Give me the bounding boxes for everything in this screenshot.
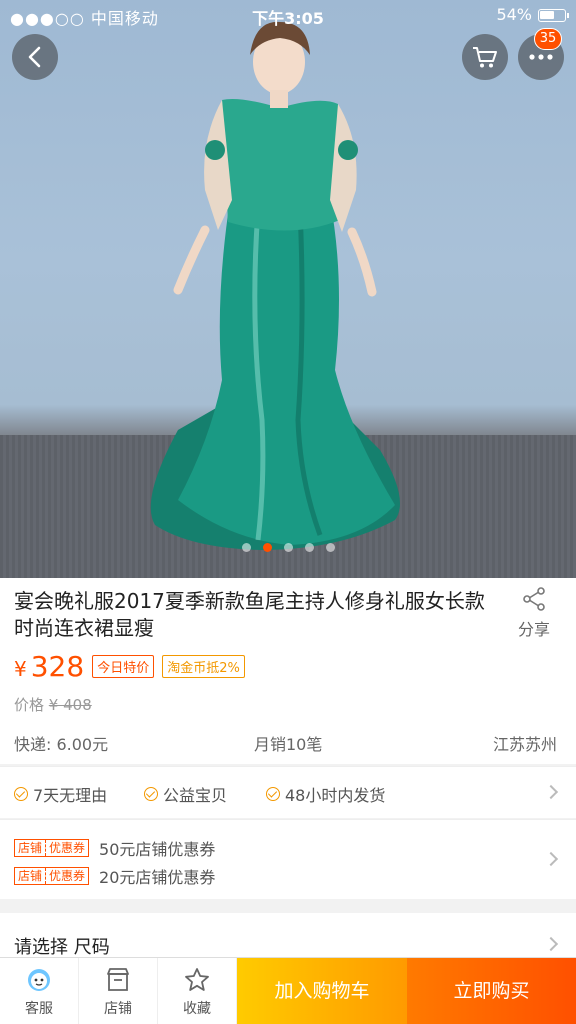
coupon-label: 20元店铺优惠券 [99,868,216,887]
coupon-label: 50元店铺优惠券 [99,840,216,859]
star-icon [185,968,209,991]
currency-symbol: ¥ [14,657,27,681]
favorite-button[interactable]: 收藏 [158,958,237,1024]
pagination-dot[interactable] [304,543,314,552]
chevron-right-icon [543,784,559,800]
coupon-tag-store: 店铺 [18,841,43,855]
check-circle-icon [14,787,28,801]
coupon-tag-coupon: 优惠券 [45,840,88,856]
customer-service-icon [28,969,50,991]
original-price-label: 价格 [14,696,45,714]
coupon-row[interactable]: 店铺 优惠券 50元店铺优惠券 [14,836,215,860]
original-price: 价格 ¥ 408 [14,694,92,715]
pagination-dot[interactable] [325,543,335,552]
bottom-action-bar: 客服 店铺 收藏 加入购物车 立即购买 [0,957,576,1024]
gallery-pagination [0,543,576,552]
guarantee-label: 48小时内发货 [285,786,386,805]
product-image-gallery[interactable]: ●●●○○ 中国移动 下午3:05 54% 35 [0,0,576,578]
guarantee-label: 7天无理由 [33,786,108,805]
guarantee-item: 48小时内发货 [266,782,385,806]
size-selector[interactable]: 请选择 尺码 [0,913,576,963]
coin-discount-tag: 淘金币抵2% [162,655,245,678]
guarantee-label: 公益宝贝 [163,786,228,805]
buy-now-button[interactable]: 立即购买 [407,958,576,1024]
cart-icon [473,47,497,68]
pagination-dot-active[interactable] [262,543,272,552]
today-special-tag: 今日特价 [92,655,155,678]
customer-service-label: 客服 [25,1001,53,1017]
coupon-tag: 店铺 优惠券 [14,839,90,857]
current-price: ¥328 [14,650,84,683]
pagination-dot[interactable] [283,543,293,552]
cart-button[interactable] [462,34,508,80]
coupon-row[interactable]: 店铺 优惠券 20元店铺优惠券 [14,864,215,888]
favorite-label: 收藏 [183,1001,211,1017]
back-button[interactable] [12,34,58,80]
status-bar: ●●●○○ 中国移动 下午3:05 54% [0,0,576,30]
guarantee-item: 7天无理由 [14,782,107,806]
product-info: 宴会晚礼服2017夏季新款鱼尾主持人修身礼服女长款时尚连衣裙显瘦 分享 ¥328… [0,578,576,764]
clock: 下午3:05 [252,9,324,28]
more-dots-icon [529,54,553,60]
coupon-tag: 店铺 优惠券 [14,867,90,885]
chevron-left-icon [28,46,41,68]
pagination-dot[interactable] [241,543,251,552]
chevron-right-icon [543,851,559,867]
size-selector-label: 请选择 尺码 [14,937,110,958]
share-icon [523,587,545,611]
price-row: ¥328 今日特价 淘金币抵2% [14,650,245,683]
store-coupons[interactable]: 店铺 优惠券 50元店铺优惠券 店铺 优惠券 20元店铺优惠券 [0,819,576,899]
shipping-fee: 快递: 6.00元 [14,735,109,754]
share-button[interactable]: 分享 [510,586,558,640]
store-button[interactable]: 店铺 [79,958,158,1024]
check-circle-icon [266,787,280,801]
coupon-tag-coupon: 优惠券 [45,868,88,884]
guarantee-item: 公益宝贝 [144,782,227,806]
price-value: 328 [30,650,85,683]
battery-icon [538,9,569,22]
share-label: 分享 [517,620,550,639]
store-icon [107,968,129,991]
service-guarantees[interactable]: 7天无理由 公益宝贝 48小时内发货 [0,766,576,818]
product-title: 宴会晚礼服2017夏季新款鱼尾主持人修身礼服女长款时尚连衣裙显瘦 [14,589,485,640]
original-price-value: ¥ 408 [48,696,92,714]
store-label: 店铺 [104,1001,132,1017]
monthly-sales: 月销10笔 [254,735,323,754]
add-to-cart-button[interactable]: 加入购物车 [237,958,407,1024]
product-photo-dress [150,21,400,550]
battery-percentage: 54% [496,5,532,24]
notification-badge: 35 [534,28,562,50]
chevron-right-icon [543,936,559,952]
check-circle-icon [144,787,158,801]
coupon-tag-store: 店铺 [18,869,43,883]
shipping-location: 江苏苏州 [493,735,558,754]
customer-service-button[interactable]: 客服 [0,958,79,1024]
